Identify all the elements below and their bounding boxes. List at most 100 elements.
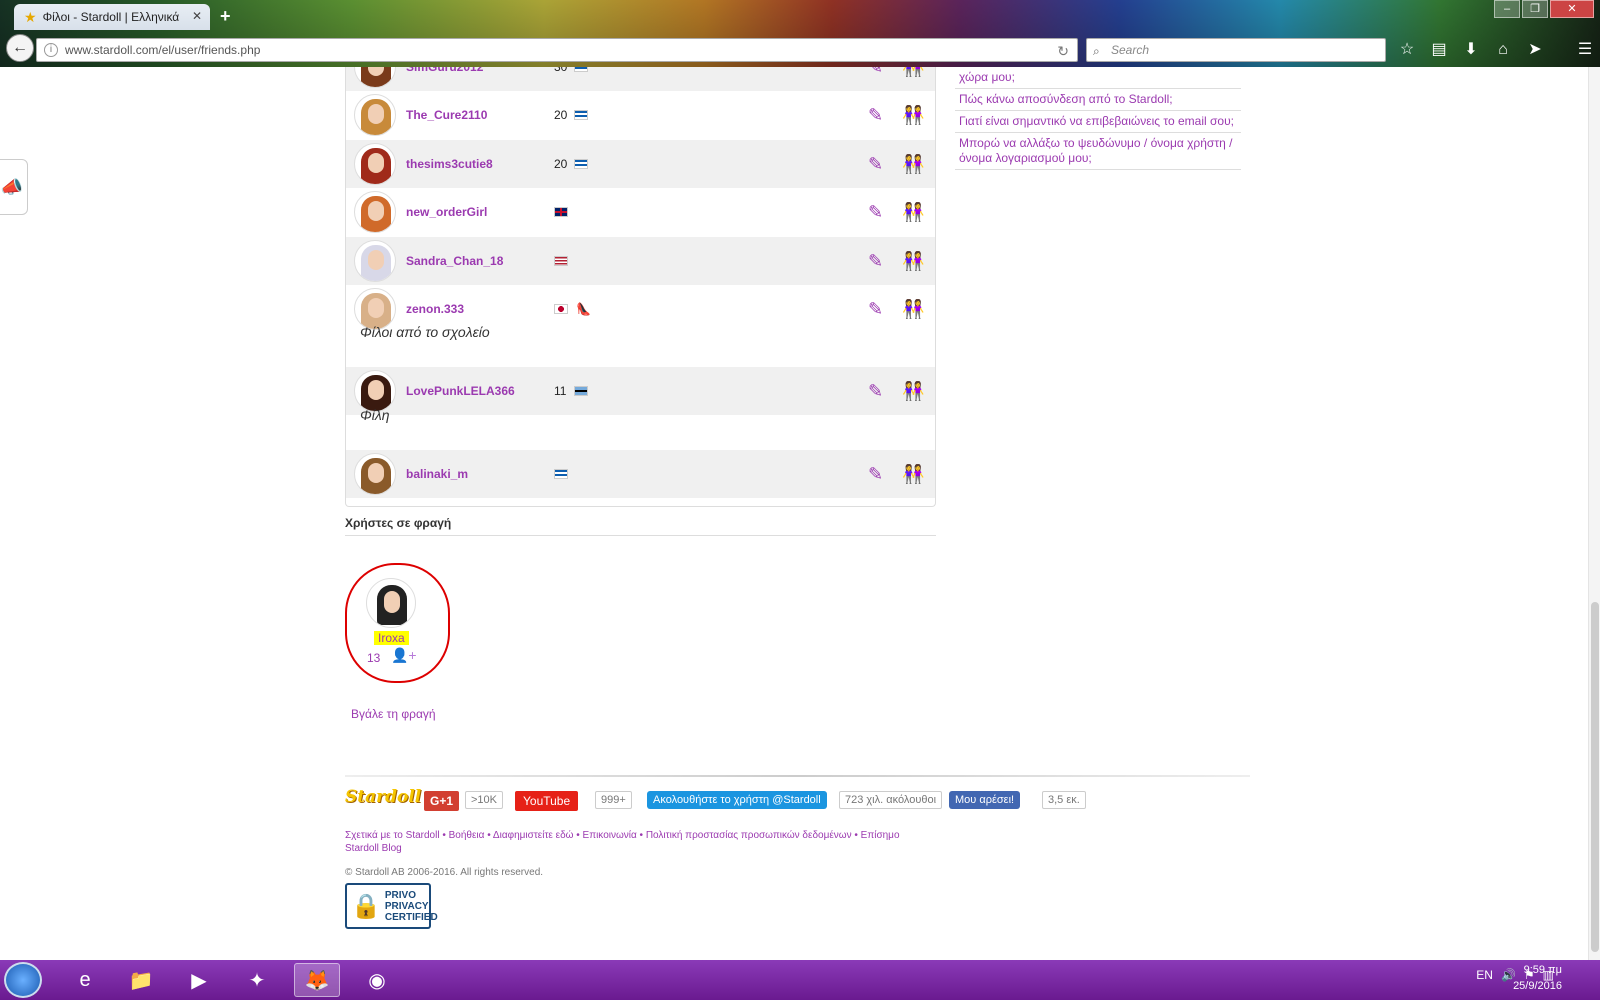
unblock-link[interactable]: Βγάλε τη φραγή: [351, 707, 436, 721]
avatar[interactable]: [354, 453, 396, 495]
friend-name[interactable]: LovePunkLELA366: [406, 384, 515, 398]
write-message-icon[interactable]: ✎: [868, 202, 883, 223]
write-message-icon[interactable]: ✎: [868, 67, 883, 78]
friend-age: 20: [554, 108, 568, 122]
country-flag-icon: [554, 469, 568, 479]
faq-item[interactable]: Γιατί είναι σημαντικό να επιβεβαιώνεις τ…: [955, 111, 1241, 133]
friend-group-icon[interactable]: 👭: [902, 67, 924, 78]
faq-item[interactable]: Μπορώ να αλλάξω το ψευδώνυμο / όνομα χρή…: [955, 133, 1241, 170]
avatar[interactable]: [354, 240, 396, 282]
write-message-icon[interactable]: ✎: [868, 299, 883, 320]
search-input[interactable]: ⌕ Search: [1086, 38, 1386, 62]
friend-name[interactable]: SimGuru2012: [406, 67, 483, 74]
friend-row: Sandra_Chan_18 ✎ 👭: [346, 237, 935, 285]
avatar[interactable]: [354, 67, 396, 88]
internet-explorer-icon[interactable]: e: [62, 963, 108, 997]
privo-badge[interactable]: 🔒 PRIVO PRIVACY CERTIFIED: [345, 883, 438, 929]
friend-group-icon[interactable]: 👭: [902, 464, 924, 485]
clock-date: 25/9/2016: [1513, 980, 1562, 992]
scrollbar[interactable]: [1588, 67, 1600, 960]
restore-icon[interactable]: ❐: [1522, 0, 1548, 18]
blocked-users-heading: Χρήστες σε φραγή: [345, 516, 936, 536]
friend-group-icon[interactable]: 👭: [902, 381, 924, 402]
faq-item[interactable]: χώρα μου;: [955, 67, 1241, 89]
window-controls: – ❐ ✕: [1494, 0, 1594, 18]
new-tab-icon[interactable]: +: [220, 6, 231, 27]
minimize-icon[interactable]: –: [1494, 0, 1520, 18]
friend-group-icon[interactable]: 👭: [902, 299, 924, 320]
facebook-like-button[interactable]: Μου αρέσει!: [949, 791, 1021, 809]
file-explorer-icon[interactable]: 📁: [118, 963, 164, 997]
send-icon[interactable]: ➤: [1524, 39, 1546, 61]
friend-row: SimGuru2012 30 ✎ 👭: [346, 67, 935, 91]
reload-icon[interactable]: ↻: [1057, 40, 1069, 62]
country-flag-icon: [554, 304, 568, 314]
avatar[interactable]: [354, 143, 396, 185]
write-message-icon[interactable]: ✎: [868, 105, 883, 126]
friend-name[interactable]: zenon.333: [406, 302, 464, 316]
clock-time: 9:59 πμ: [1523, 964, 1562, 976]
tab-close-icon[interactable]: ✕: [192, 9, 202, 23]
twitter-follow-button[interactable]: Ακολουθήστε το χρήστη @Stardoll: [647, 791, 827, 809]
gplus-button[interactable]: G+1: [424, 791, 460, 811]
search-placeholder: Search: [1111, 43, 1150, 57]
privo-line: PRIVACY: [384, 900, 429, 912]
page-content: 📣 SimGuru2012 30 ✎ 👭 The_Cure2110 20 ✎ 👭 thesims…: [0, 67, 1600, 960]
bookmark-star-icon[interactable]: ☆: [1396, 39, 1418, 61]
add-friend-icon[interactable]: 👤+: [391, 647, 417, 664]
browser-tab[interactable]: ★ Φίλοι - Stardoll | Ελληνικά ✕: [14, 4, 210, 30]
reading-list-icon[interactable]: ▤: [1428, 39, 1450, 61]
avast-icon[interactable]: ✦: [234, 963, 280, 997]
avatar[interactable]: [354, 191, 396, 233]
friend-name[interactable]: new_orderGirl: [406, 205, 487, 219]
group-label: Φίλη: [360, 407, 390, 423]
info-icon[interactable]: i: [44, 43, 58, 57]
write-message-icon[interactable]: ✎: [868, 381, 883, 402]
friend-age: 30: [554, 67, 568, 74]
back-icon[interactable]: ←: [6, 34, 34, 62]
friend-group-icon[interactable]: 👭: [902, 154, 924, 175]
friend-group-icon[interactable]: 👭: [902, 251, 924, 272]
friend-name[interactable]: balinaki_m: [406, 467, 468, 481]
stardoll-logo[interactable]: Stardoll: [345, 787, 421, 817]
country-flag-icon: [574, 386, 588, 396]
write-message-icon[interactable]: ✎: [868, 464, 883, 485]
write-message-icon[interactable]: ✎: [868, 154, 883, 175]
faq-list: χώρα μου; Πώς κάνω αποσύνδεση από το Sta…: [955, 67, 1241, 170]
youtube-count: 999+: [595, 791, 632, 809]
avatar[interactable]: [366, 578, 416, 628]
country-flag-icon: [574, 159, 588, 169]
faq-item[interactable]: Πώς κάνω αποσύνδεση από το Stardoll;: [955, 89, 1241, 111]
url-bar[interactable]: i www.stardoll.com/el/user/friends.php ↻: [36, 38, 1078, 62]
menu-icon[interactable]: ☰: [1574, 39, 1596, 61]
close-window-icon[interactable]: ✕: [1550, 0, 1594, 18]
footer-links[interactable]: Σχετικά με το Stardoll • Βοήθεια • Διαφη…: [345, 829, 905, 855]
announcement-megaphone-icon[interactable]: 📣: [0, 159, 28, 215]
friend-row: LovePunkLELA366 11 ✎ 👭: [346, 367, 935, 415]
chrome-icon[interactable]: ◉: [354, 963, 400, 997]
media-player-icon[interactable]: ▶: [176, 963, 222, 997]
friend-name[interactable]: thesims3cutie8: [406, 157, 493, 171]
friend-name[interactable]: Sandra_Chan_18: [406, 254, 503, 268]
friend-name[interactable]: The_Cure2110: [406, 108, 487, 122]
taskbar: e 📁 ▶ ✦ 🦊 ◉ EN 🔊 ⚑ ▥ 9:59 πμ 25/9/2016: [0, 960, 1600, 1000]
youtube-button[interactable]: YouTube: [515, 791, 579, 811]
home-icon[interactable]: ⌂: [1492, 39, 1514, 61]
blocked-user-name[interactable]: Iroxa: [374, 631, 409, 645]
language-indicator[interactable]: EN: [1476, 968, 1493, 982]
avatar[interactable]: [354, 370, 396, 412]
friends-list: SimGuru2012 30 ✎ 👭 The_Cure2110 20 ✎ 👭 thesims3c…: [345, 67, 936, 507]
blocked-user-card: Iroxa 13 👤+: [345, 563, 450, 683]
friend-group-icon[interactable]: 👭: [902, 202, 924, 223]
friend-group-icon[interactable]: 👭: [902, 105, 924, 126]
download-icon[interactable]: ⬇: [1460, 39, 1482, 61]
clock[interactable]: 9:59 πμ 25/9/2016: [1513, 962, 1562, 994]
privo-line: CERTIFIED: [384, 911, 438, 923]
nav-bar: ← i www.stardoll.com/el/user/friends.php…: [0, 33, 1600, 65]
firefox-icon[interactable]: 🦊: [294, 963, 340, 997]
scrollbar-thumb[interactable]: [1591, 602, 1599, 952]
write-message-icon[interactable]: ✎: [868, 251, 883, 272]
start-button[interactable]: [4, 962, 42, 998]
avatar[interactable]: [354, 94, 396, 136]
browser-chrome: ★ Φίλοι - Stardoll | Ελληνικά ✕ + – ❐ ✕ …: [0, 0, 1600, 67]
